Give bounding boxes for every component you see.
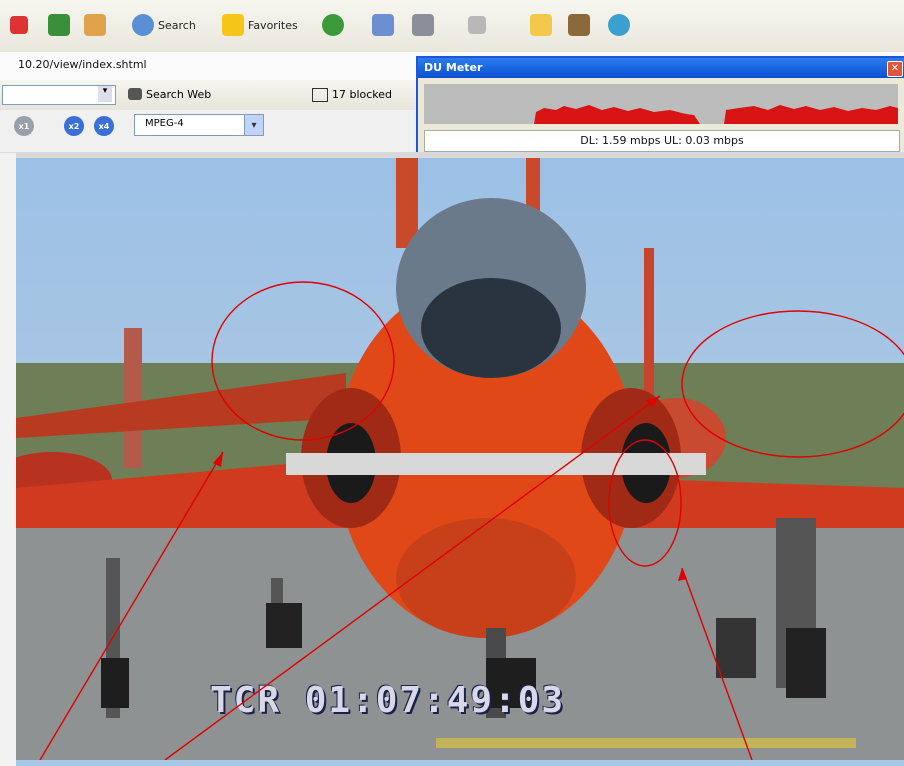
transfer-rate-readout: DL: 1.59 mbps UL: 0.03 mbps [424, 130, 900, 152]
du-meter-window[interactable]: DU Meter ✕ DL: 1.59 mbps UL: 0.03 mbps [416, 56, 904, 162]
favorites-label: Favorites [248, 18, 298, 32]
zoom-x4-label: x4 [98, 121, 110, 131]
zoom-x2-label: x2 [68, 121, 80, 131]
history-button[interactable] [322, 10, 344, 40]
video-frame [16, 152, 904, 766]
edit-button[interactable] [468, 10, 486, 40]
chevron-down-icon[interactable]: ▾ [244, 115, 263, 135]
print-button[interactable] [412, 10, 434, 40]
du-meter-titlebar[interactable]: DU Meter ✕ [418, 58, 904, 78]
favorites-button[interactable]: Favorites [222, 10, 298, 40]
popup-icon [312, 88, 328, 102]
zoom-x1-label: x1 [18, 121, 30, 131]
research-icon [568, 14, 590, 36]
messenger-icon [608, 14, 630, 36]
search-label: Search [158, 18, 196, 32]
search-icon [132, 14, 154, 36]
browser-toolbar: Search Favorites [0, 0, 904, 53]
home-button[interactable] [84, 10, 106, 40]
star-icon [222, 14, 244, 36]
codec-value: MPEG-4 [145, 118, 184, 129]
close-icon[interactable]: ✕ [887, 61, 903, 77]
du-meter-title: DU Meter [424, 61, 483, 74]
research-button[interactable] [568, 10, 590, 40]
folder-button[interactable] [530, 10, 552, 40]
zoom-x1-button[interactable]: x1 [14, 116, 34, 136]
history-icon [322, 14, 344, 36]
printer-icon [412, 14, 434, 36]
bandwidth-graph-svg [424, 84, 898, 124]
stop-button[interactable] [6, 10, 28, 40]
refresh-button[interactable] [48, 10, 70, 40]
mail-icon [372, 14, 394, 36]
jet-scene [16, 158, 904, 760]
refresh-icon [48, 14, 70, 36]
folder-icon [530, 14, 552, 36]
binoculars-icon [128, 88, 142, 100]
search-button[interactable]: Search [132, 10, 196, 40]
timecode-overlay: TCR 01:07:49:03 [210, 680, 566, 721]
search-web-label: Search Web [146, 88, 212, 101]
stop-icon [10, 16, 28, 34]
messenger-button[interactable] [608, 10, 630, 40]
bandwidth-graph [424, 84, 898, 124]
search-web-button[interactable]: Search Web [128, 88, 211, 101]
popup-blocker-button[interactable]: 17 blocked [312, 88, 392, 102]
zoom-x2-button[interactable]: x2 [64, 116, 84, 136]
zoom-x4-button[interactable]: x4 [94, 116, 114, 136]
mail-button[interactable] [372, 10, 394, 40]
search-dropdown-button[interactable]: ▾ [98, 86, 112, 102]
edit-icon [468, 16, 486, 34]
address-url: 10.20/view/index.shtml [18, 58, 147, 71]
codec-select[interactable]: MPEG-4 ▾ [134, 114, 264, 136]
blocked-label: 17 blocked [332, 88, 393, 101]
home-icon [84, 14, 106, 36]
